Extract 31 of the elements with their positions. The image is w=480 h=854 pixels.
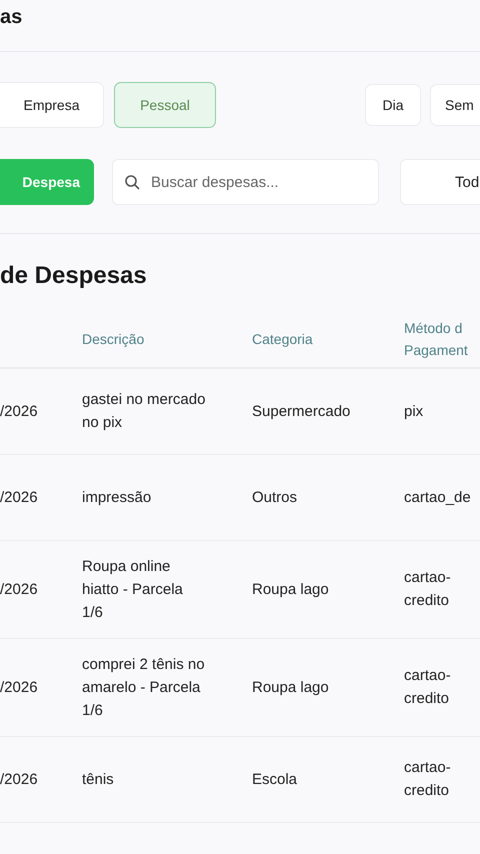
table-cell-text: /2026 [0, 402, 38, 422]
search-icon [124, 174, 140, 190]
table-cell-text: Escola [252, 770, 298, 790]
table-cell-text: /2026 [0, 580, 38, 600]
table-cell-text: tênis [82, 770, 114, 790]
filter-select[interactable]: Tod [400, 159, 480, 205]
period-tab[interactable]: Dia [365, 84, 421, 126]
search-field[interactable]: Buscar despesas... [112, 159, 379, 205]
table-cell-text: cartao-credito [404, 568, 452, 611]
table-cell-text: cartao-credito [404, 666, 452, 709]
column-header: Categoria [252, 330, 314, 349]
table-cell-text: Supermercado [252, 402, 350, 422]
table-cell-text: cartao-credito [404, 758, 452, 801]
table-cell-text: impressão [82, 488, 152, 508]
table-cell-text: pix [404, 402, 424, 422]
table-cell-text: Roupa lago [252, 678, 329, 698]
period-tab[interactable]: Sem [430, 84, 480, 126]
table-cell-text: /2026 [0, 770, 38, 790]
table-cell-text: /2026 [0, 678, 38, 698]
table-cell-text: Roupa online hiatto - Parcela 1/6 [82, 556, 184, 622]
page-title: as [0, 6, 22, 29]
table-title: de Despesas [0, 261, 148, 291]
table-cell-text: comprei 2 tênis no amarelo - Parcela 1/6 [82, 654, 206, 720]
table-cell-text: Roupa lago [252, 580, 329, 600]
table-cell-text: gastei no mercado no pix [82, 390, 206, 434]
scope-tab[interactable]: Pessoal [114, 82, 216, 128]
column-header: Método d Pagament [404, 319, 469, 360]
table-cell-text: Outros [252, 488, 298, 508]
column-header: Descrição [82, 330, 146, 349]
table-cell-text: /2026 [0, 488, 38, 508]
scope-tab[interactable]: Empresa [0, 82, 104, 128]
